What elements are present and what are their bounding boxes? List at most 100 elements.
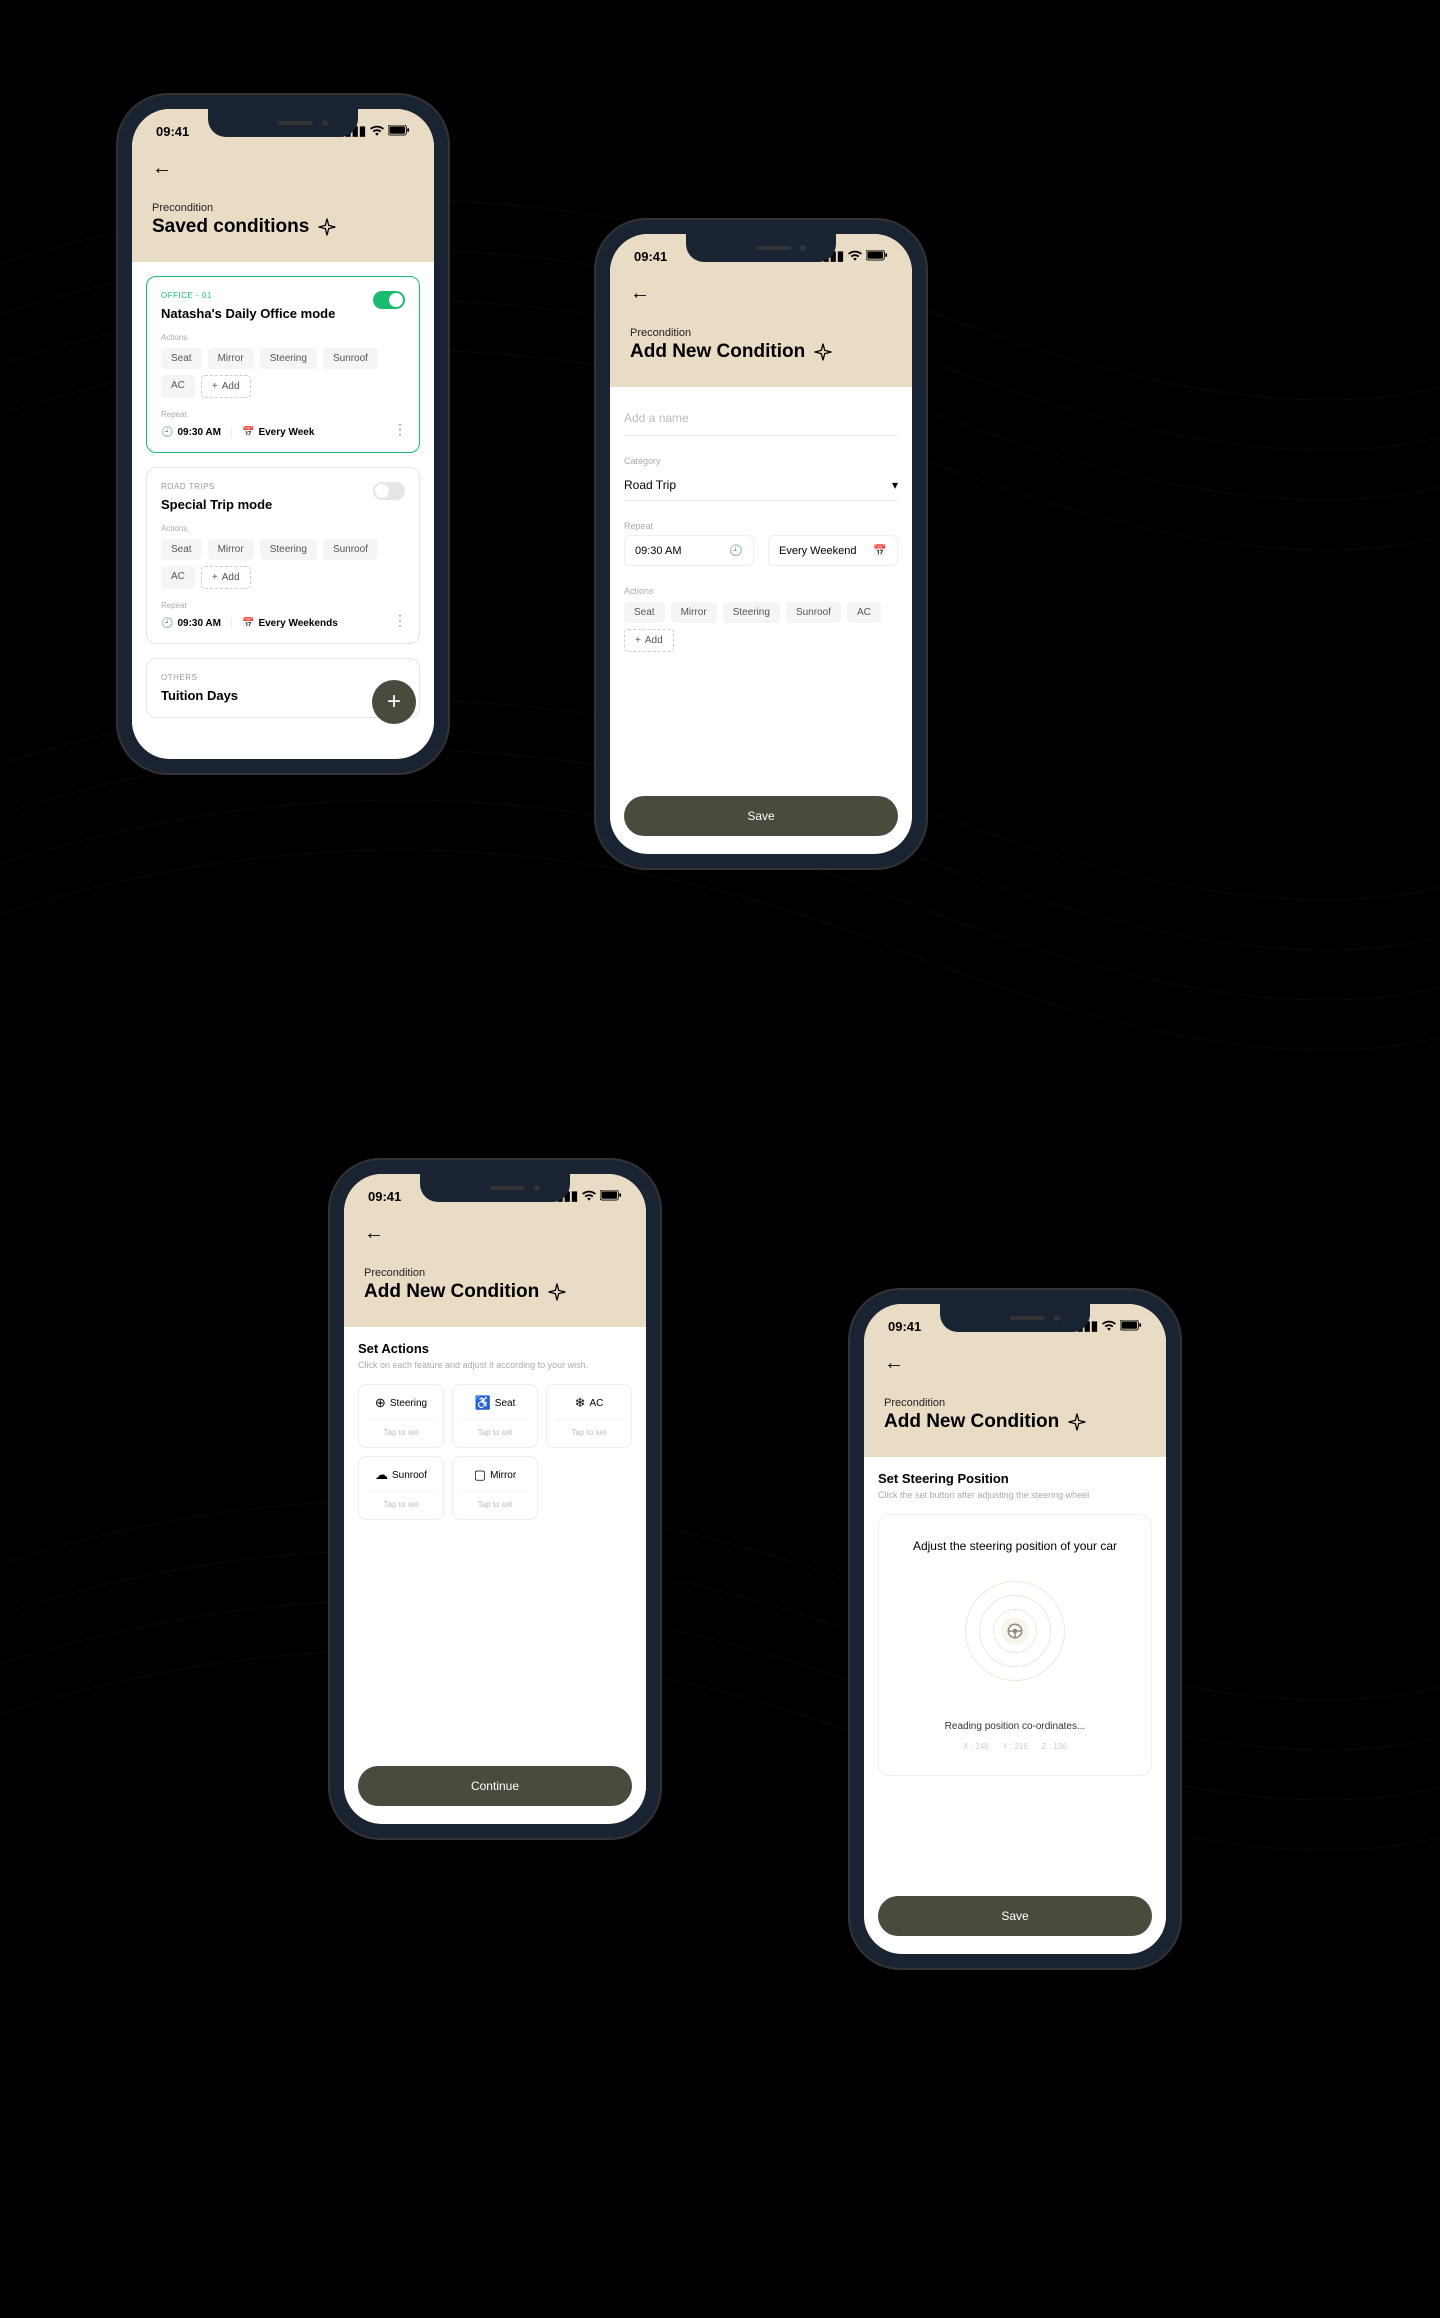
mirror-icon: ▢ — [474, 1467, 486, 1483]
name-input[interactable] — [624, 401, 898, 436]
sparkle-icon — [547, 1282, 567, 1302]
freq-picker[interactable]: Every Weekend📅 — [768, 535, 898, 566]
battery-icon — [388, 124, 410, 139]
wifi-icon — [848, 249, 862, 264]
page-title: Add New Condition — [630, 341, 805, 363]
phone-notch — [208, 109, 358, 137]
breadcrumb: Precondition — [364, 1267, 626, 1279]
section-subtitle: Click the set button after adjusting the… — [878, 1490, 1152, 1500]
back-button[interactable]: ← — [884, 1348, 904, 1379]
chip-sunroof[interactable]: Sunroof — [323, 348, 378, 369]
tap-to-set: Tap to set — [461, 1419, 529, 1437]
coord-z: Z : 136 — [1042, 1742, 1067, 1751]
battery-icon — [1120, 1319, 1142, 1334]
page-title: Saved conditions — [152, 216, 309, 238]
status-time: 09:41 — [888, 1319, 921, 1334]
tap-to-set: Tap to set — [461, 1491, 529, 1509]
status-time: 09:41 — [634, 249, 667, 264]
tap-to-set: Tap to set — [367, 1491, 435, 1509]
more-icon[interactable]: ⋮ — [393, 612, 407, 629]
sparkle-icon — [813, 342, 833, 362]
steering-visual[interactable] — [965, 1581, 1065, 1681]
add-condition-fab[interactable]: + — [372, 680, 416, 724]
chip-seat[interactable]: Seat — [161, 348, 202, 369]
card-title: Special Trip mode — [161, 497, 405, 512]
chip-mirror[interactable]: Mirror — [671, 602, 717, 623]
phone-set-steering: 09:41 ▮▮▮▮ ← Precondition Add New Condit… — [850, 1290, 1180, 1968]
more-icon[interactable]: ⋮ — [393, 421, 407, 438]
status-time: 09:41 — [368, 1189, 401, 1204]
sparkle-icon — [1067, 1412, 1087, 1432]
condition-card-roadtrip[interactable]: ROAD TRIPS Special Trip mode Actions Sea… — [146, 467, 420, 644]
save-button[interactable]: Save — [878, 1896, 1152, 1936]
battery-icon — [866, 249, 888, 264]
steering-wheel-icon — [1001, 1617, 1029, 1645]
phone-set-actions: 09:41 ▮▮▮▮ ← Precondition Add New Condit… — [330, 1160, 660, 1838]
chip-sunroof[interactable]: Sunroof — [786, 602, 841, 623]
reading-status: Reading position co-ordinates... — [895, 1721, 1135, 1732]
toggle-switch[interactable] — [373, 291, 405, 309]
action-card-sunroof[interactable]: ☁Sunroof Tap to set — [358, 1456, 444, 1520]
action-card-mirror[interactable]: ▢Mirror Tap to set — [452, 1456, 538, 1520]
category-select[interactable]: Road Trip ▾ — [624, 470, 898, 501]
category-label: Category — [624, 456, 898, 466]
section-subtitle: Click on each feature and adjust it acco… — [358, 1360, 632, 1370]
actions-label: Actions — [161, 524, 405, 533]
toggle-switch[interactable] — [373, 482, 405, 500]
repeat-label: Repeat — [624, 521, 898, 531]
card-tag: OTHERS — [161, 673, 405, 682]
chip-ac[interactable]: AC — [847, 602, 881, 623]
back-button[interactable]: ← — [364, 1218, 384, 1249]
chip-seat[interactable]: Seat — [624, 602, 665, 623]
back-button[interactable]: ← — [152, 153, 172, 184]
chip-ac[interactable]: AC — [161, 566, 195, 589]
chip-steering[interactable]: Steering — [723, 602, 780, 623]
tap-to-set: Tap to set — [555, 1419, 623, 1437]
page-title: Add New Condition — [884, 1411, 1059, 1433]
chip-sunroof[interactable]: Sunroof — [323, 539, 378, 560]
breadcrumb: Precondition — [152, 202, 414, 214]
phone-notch — [686, 234, 836, 262]
card-tag: OFFICE - 01 — [161, 291, 405, 300]
save-button[interactable]: Save — [624, 796, 898, 836]
chip-add[interactable]: + Add — [624, 629, 674, 652]
back-button[interactable]: ← — [630, 278, 650, 309]
clock-icon: 🕘 — [729, 544, 743, 557]
continue-button[interactable]: Continue — [358, 1766, 632, 1806]
section-heading: Set Actions — [358, 1341, 632, 1356]
action-card-seat[interactable]: ♿Seat Tap to set — [452, 1384, 538, 1448]
chip-steering[interactable]: Steering — [260, 539, 317, 560]
action-card-ac[interactable]: ❄AC Tap to set — [546, 1384, 632, 1448]
chip-steering[interactable]: Steering — [260, 348, 317, 369]
phone-add-condition-form: 09:41 ▮▮▮▮ ← Precondition Add New Condit… — [596, 220, 926, 868]
battery-icon — [600, 1189, 622, 1204]
ac-icon: ❄ — [575, 1395, 586, 1411]
sunroof-icon: ☁ — [375, 1467, 388, 1483]
chip-mirror[interactable]: Mirror — [208, 539, 254, 560]
calendar-icon: 📅 — [873, 544, 887, 557]
chevron-down-icon: ▾ — [892, 478, 898, 492]
chip-add[interactable]: + Add — [201, 566, 251, 589]
chip-ac[interactable]: AC — [161, 375, 195, 398]
category-value: Road Trip — [624, 478, 676, 492]
sparkle-icon — [317, 217, 337, 237]
breadcrumb: Precondition — [884, 1397, 1146, 1409]
action-card-steering[interactable]: ⊕Steering Tap to set — [358, 1384, 444, 1448]
status-time: 09:41 — [156, 124, 189, 139]
actions-label: Actions — [161, 333, 405, 342]
card-title: Natasha's Daily Office mode — [161, 306, 405, 321]
steering-instruction: Adjust the steering position of your car — [895, 1539, 1135, 1553]
wifi-icon — [582, 1189, 596, 1204]
repeat-label: Repeat — [161, 601, 405, 610]
repeat-time: 🕘 09:30 AM — [161, 618, 221, 629]
breadcrumb: Precondition — [630, 327, 892, 339]
condition-card-office[interactable]: OFFICE - 01 Natasha's Daily Office mode … — [146, 276, 420, 453]
card-title: Tuition Days — [161, 688, 405, 703]
wifi-icon — [1102, 1319, 1116, 1334]
chip-mirror[interactable]: Mirror — [208, 348, 254, 369]
phone-notch — [420, 1174, 570, 1202]
chip-add[interactable]: + Add — [201, 375, 251, 398]
time-picker[interactable]: 09:30 AM🕘 — [624, 535, 754, 566]
chip-seat[interactable]: Seat — [161, 539, 202, 560]
seat-icon: ♿ — [475, 1395, 491, 1411]
